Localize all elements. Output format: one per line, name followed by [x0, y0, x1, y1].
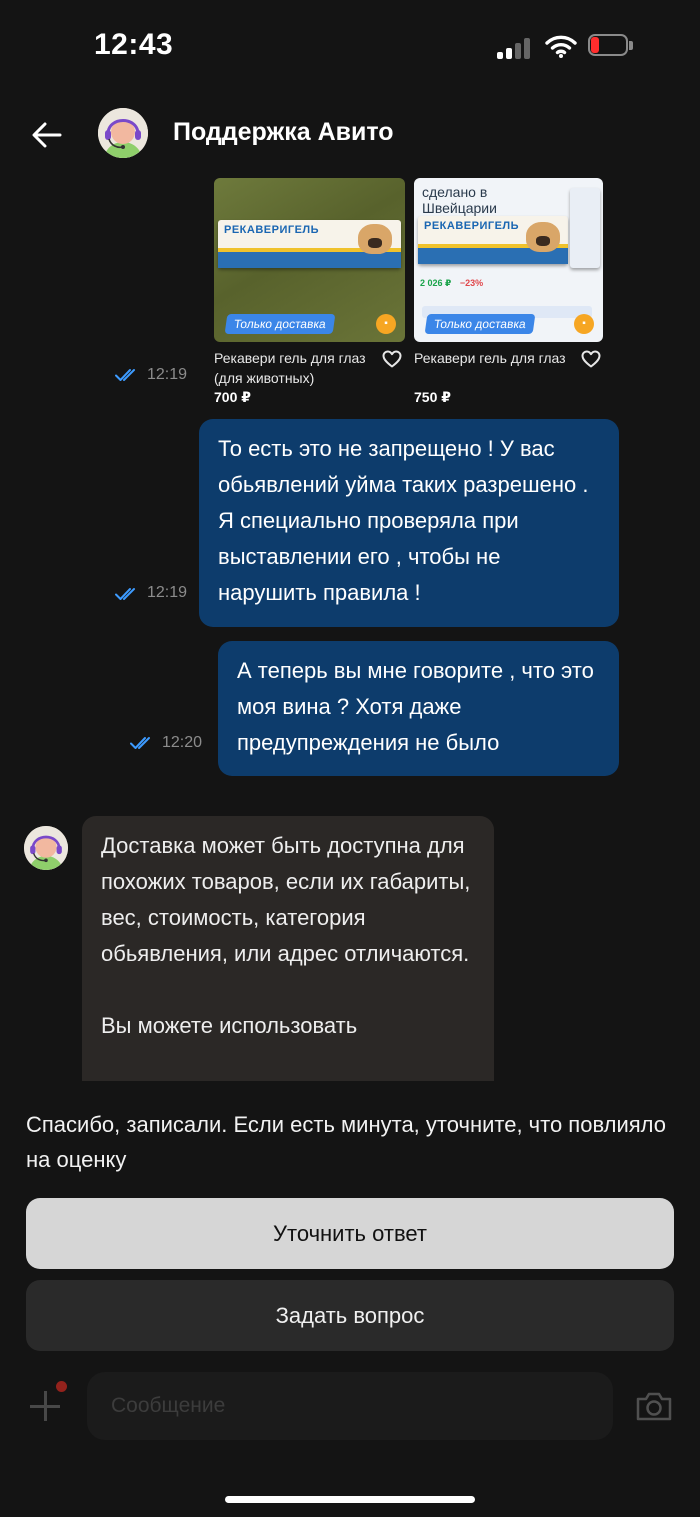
message-time: 12:19 — [147, 366, 188, 383]
support-avatar[interactable] — [98, 108, 148, 158]
message-time: 12:20 — [162, 734, 203, 751]
message-time: 12:19 — [147, 584, 188, 601]
incoming-message[interactable]: Доставка может быть доступна для похожих… — [82, 816, 494, 1106]
favorite-heart-icon[interactable] — [382, 350, 402, 368]
message-input[interactable] — [87, 1372, 613, 1440]
favorite-heart-icon[interactable] — [581, 350, 601, 368]
incoming-paragraph: Вы можете использовать — [101, 1013, 358, 1038]
arrow-left-icon[interactable] — [30, 118, 64, 152]
support-avatar — [24, 826, 68, 870]
product-2-price: 750 ₽ — [414, 389, 451, 405]
product-1-image-text: РЕКАВЕРИГЕЛЬ — [224, 224, 320, 236]
product-1-price: 700 ₽ — [214, 389, 251, 405]
plus-icon[interactable] — [30, 1391, 60, 1421]
product-2-image-headline: сделано в Швейцарии — [422, 184, 497, 216]
chat-title: Поддержка Авито — [173, 118, 394, 146]
read-double-check-icon — [130, 737, 150, 749]
outgoing-message[interactable]: А теперь вы мне говорите , что это моя в… — [218, 641, 619, 776]
dog-picture — [526, 222, 560, 252]
wifi-icon — [545, 35, 577, 58]
status-time: 12:43 — [94, 28, 174, 61]
product-image-2[interactable]: сделано в Швейцарии РЕКАВЕРИГЕЛЬ 2 026 ₽… — [414, 178, 603, 342]
product-image-1[interactable]: РЕКАВЕРИГЕЛЬ Только доставка ▪ — [214, 178, 405, 342]
notification-dot — [56, 1381, 67, 1392]
product-1-title[interactable]: Рекавери гель для глаз (для животных) — [214, 348, 374, 388]
read-double-check-icon — [115, 369, 135, 381]
product-2-image-price: 2 026 ₽ −23% — [420, 278, 484, 288]
support-agent-icon — [24, 826, 68, 870]
dog-picture — [358, 224, 392, 254]
truck-icon: ▪ — [574, 314, 594, 334]
clarify-answer-button[interactable]: Уточнить ответ — [26, 1198, 674, 1269]
camera-icon[interactable] — [634, 1390, 674, 1422]
ask-question-button[interactable]: Задать вопрос — [26, 1280, 674, 1351]
delivery-tag: Только доставка — [424, 314, 536, 334]
product-2-title[interactable]: Рекавери гель для глаз — [414, 348, 574, 368]
feedback-text: Спасибо, записали. Если есть минута, уто… — [26, 1112, 666, 1172]
product-2-image-text: РЕКАВЕРИГЕЛЬ — [424, 220, 520, 232]
delivery-tag: Только доставка — [224, 314, 336, 334]
battery-icon — [588, 34, 634, 58]
truck-icon: ▪ — [376, 314, 396, 334]
support-agent-icon — [98, 108, 148, 158]
home-indicator — [225, 1496, 475, 1503]
cellular-signal-icon — [497, 37, 533, 59]
outgoing-message[interactable]: То есть это не запрещено ! У вас обьявле… — [199, 419, 619, 627]
read-double-check-icon — [115, 588, 135, 600]
incoming-paragraph: Доставка может быть доступна для похожих… — [101, 833, 471, 966]
